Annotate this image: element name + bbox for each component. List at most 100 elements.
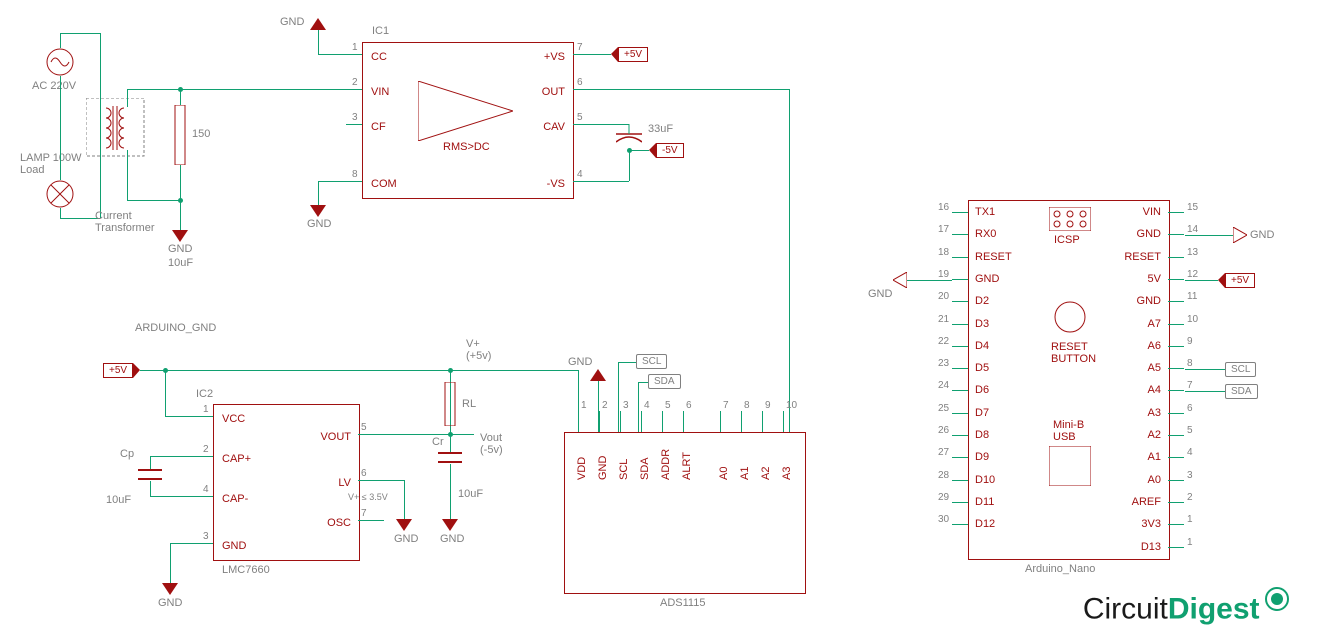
ard-right-a6: A6 (1148, 340, 1161, 352)
usb-label: Mini-B USB (1053, 419, 1084, 443)
brand-accent: Digest (1168, 592, 1260, 625)
usb-icon (1049, 446, 1091, 486)
ic2-pin-vout: VOUT (320, 431, 351, 443)
rl-resistor-icon (442, 382, 458, 426)
ic1-num-8: 8 (352, 169, 358, 180)
cp-label: Cp (120, 448, 134, 460)
ads-pin-a3: A3 (781, 467, 793, 480)
ard-right-3v3: 3V3 (1141, 518, 1161, 530)
cr-val: 10uF (458, 488, 483, 500)
ic2-num-1: 1 (203, 404, 209, 415)
ic1-neg5v-tag: -5V (656, 143, 684, 158)
ard-left-d2: D2 (975, 295, 989, 307)
ard-left-reset: RESET (975, 251, 1012, 263)
ac-label: AC 220V (32, 80, 76, 92)
burden-resistor-icon (171, 105, 189, 165)
ads-pin-addr: ADDR (660, 449, 672, 480)
lamp-icon (46, 180, 74, 208)
ic2-box: VCC VOUT CAP+ LV CAP- OSC GND (213, 404, 360, 561)
ard-right-a3: A3 (1148, 407, 1161, 419)
gnd-right-icon (1233, 227, 1247, 243)
ard-right-vin: VIN (1143, 206, 1161, 218)
ic1-num-6: 6 (577, 77, 583, 88)
icsp-label: ICSP (1054, 234, 1080, 246)
ic1-pin-cav: CAV (543, 121, 565, 133)
ard-5v-tag: +5V (1225, 273, 1255, 288)
ard-right-a2: A2 (1148, 429, 1161, 441)
gnd-icon (443, 520, 457, 531)
ic2-label: IC2 (196, 388, 213, 400)
ic1-center-label: RMS>DC (443, 141, 490, 153)
ard-left-d6: D6 (975, 384, 989, 396)
ard-right-a1: A1 (1148, 451, 1161, 463)
ard-scl-tag: SCL (1225, 362, 1256, 377)
gnd-icon (311, 206, 325, 217)
ard-right-gnd: GND (1250, 229, 1274, 241)
ic1-num-1: 1 (352, 42, 358, 53)
ard-right-gnd: GND (1137, 228, 1161, 240)
amp-triangle-icon (418, 81, 513, 141)
ads-part: ADS1115 (660, 597, 705, 609)
ard-right-gnd: GND (1137, 295, 1161, 307)
ic2-pin-lv: LV (338, 477, 351, 489)
ic2-pin-osc: OSC (327, 517, 351, 529)
ic1-pin-+vs: +VS (544, 51, 565, 63)
ic1-pin-cf: CF (371, 121, 386, 133)
ard-left-d12: D12 (975, 518, 995, 530)
brand-dot-icon (1264, 586, 1290, 612)
ic2-num-2: 2 (203, 444, 209, 455)
ard-right-a7: A7 (1148, 318, 1161, 330)
ic2-num-3: 3 (203, 531, 209, 542)
arduino-part: Arduino_Nano (1025, 563, 1095, 575)
ic2-5v-tag: +5V (103, 363, 133, 378)
ct-label: Current Transformer (95, 210, 155, 234)
lamp-label: LAMP 100W Load (20, 152, 82, 176)
ic2-num-6: 6 (361, 468, 367, 479)
ard-left-gnd: GND (868, 288, 892, 300)
ard-left-d5: D5 (975, 362, 989, 374)
ads-pin-a2: A2 (760, 467, 772, 480)
icsp-header-icon (1049, 207, 1091, 231)
cav-capacitor-icon (616, 124, 642, 150)
ard-left-d11: D11 (975, 496, 994, 508)
reset-button-icon (1054, 301, 1086, 333)
vout-label: Vout (-5v) (480, 432, 503, 456)
ard-left-gnd: GND (975, 273, 999, 285)
ic1-num-5: 5 (577, 112, 583, 123)
ic2-pin-gnd: GND (222, 540, 246, 552)
ic2-pin-capp: CAP+ (222, 453, 251, 465)
cr-label: Cr (432, 436, 444, 448)
ads-pin-gnd: GND (597, 456, 609, 480)
ads-pin-a0: A0 (718, 467, 730, 480)
ard-left-rx0: RX0 (975, 228, 996, 240)
ard-right-a4: A4 (1148, 384, 1161, 396)
lv-note: V+ ≤ 3.5V (348, 492, 388, 502)
cav-cap-val: 33uF (648, 123, 673, 135)
burden-cap-val: 10uF (168, 257, 193, 269)
gnd-icon (163, 584, 177, 595)
ic2-num-5: 5 (361, 422, 367, 433)
ic2-gnd: GND (158, 597, 182, 609)
vplus: V+ (+5v) (466, 338, 491, 362)
ard-left-d9: D9 (975, 451, 989, 463)
brand-logo: CircuitDigest (1083, 586, 1290, 626)
ads-pin-alrt: ALRT (681, 452, 693, 480)
ard-right-aref: AREF (1132, 496, 1161, 508)
ic1-plus5v-tag: +5V (618, 47, 648, 62)
cp-val: 10uF (106, 494, 131, 506)
rl-label: RL (462, 398, 476, 410)
burden-val: 150 (192, 128, 210, 140)
ic1-pin--vs: -VS (547, 178, 565, 190)
ic2-num-4: 4 (203, 484, 209, 495)
cr-gnd: GND (440, 533, 464, 545)
ic2-num-7: 7 (361, 508, 367, 519)
gnd-left-icon (893, 272, 907, 288)
gnd-icon (591, 369, 605, 380)
ic2-pin-capm: CAP- (222, 493, 248, 505)
ard-left-d8: D8 (975, 429, 989, 441)
ic1-num-2: 2 (352, 77, 358, 88)
ads-pin-vdd: VDD (576, 457, 588, 480)
ic1-num-7: 7 (577, 42, 583, 53)
ads-pin-a1: A1 (739, 467, 751, 480)
ic1-num-3: 3 (352, 112, 358, 123)
